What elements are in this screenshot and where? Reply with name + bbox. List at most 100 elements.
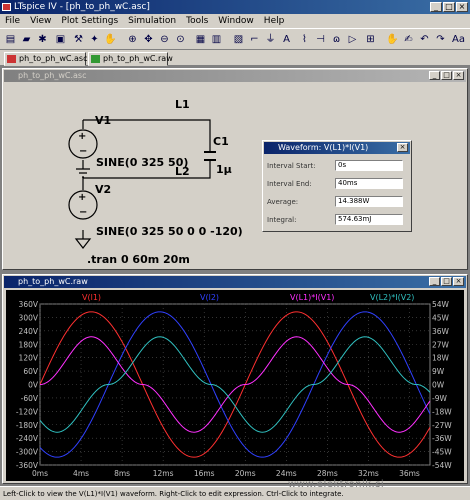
close-button[interactable]: × [456, 2, 468, 12]
y-tick-label-left: 360V [19, 300, 39, 309]
schematic-maximize-button[interactable]: □ [441, 71, 452, 80]
integral-value: 574.63mJ [335, 214, 403, 225]
menu-tools[interactable]: Tools [181, 14, 213, 28]
waveform-tab-icon [91, 55, 100, 63]
y-tick-label-right: 18W [432, 354, 450, 363]
drag-icon[interactable]: ✍ [401, 32, 416, 47]
undo-icon[interactable]: ↶ [417, 32, 432, 47]
redo-icon[interactable]: ↷ [433, 32, 448, 47]
svg-text:+: + [78, 131, 86, 142]
plot-frame [39, 303, 431, 466]
resistor-icon[interactable]: ⌇ [297, 32, 312, 47]
measure-dialog-title-bar: Waveform: V(L1)*I(V1) × [264, 142, 410, 154]
svg-text:−: − [79, 207, 87, 218]
schematic-minimize-button[interactable]: _ [429, 71, 440, 80]
halt-icon[interactable]: ✋ [103, 32, 118, 47]
label-v2-value[interactable]: SINE(0 325 50 0 0 -120) [96, 225, 243, 238]
label-net-icon[interactable]: A [279, 32, 294, 47]
schematic-close-button[interactable]: × [453, 71, 464, 80]
ground-icon[interactable]: ⏚ [263, 32, 278, 47]
menu-window[interactable]: Window [213, 14, 259, 28]
y-tick-label-left: -120V [16, 407, 39, 416]
y-tick-label-right: 27W [432, 340, 450, 349]
interval-end-label: Interval End: [267, 180, 312, 188]
zoom-fit-icon[interactable]: ⊙ [173, 32, 188, 47]
y-tick-label-left: -60V [21, 394, 39, 403]
x-tick-label: 0ms [32, 469, 48, 478]
menu-file[interactable]: File [0, 14, 25, 28]
y-tick-label-left: 240V [19, 327, 39, 336]
waveform-minimize-button[interactable]: _ [429, 277, 440, 286]
y-tick-label-left: 120V [19, 354, 39, 363]
menu-plot-settings[interactable]: Plot Settings [56, 14, 123, 28]
schematic-tab-icon [7, 55, 16, 63]
x-tick-label: 36ms [399, 469, 420, 478]
series-line-3 [39, 336, 431, 433]
waveform-chart[interactable]: 360V 54W 300V 45W 240V 36W 180V 27W 120V 18W 60V 9W… [6, 290, 464, 481]
label-l1[interactable]: L1 [175, 98, 190, 111]
label-c1-value[interactable]: 1µ [216, 163, 232, 176]
waveform-measure-dialog: Waveform: V(L1)*I(V1) × Interval Start: … [262, 140, 412, 232]
measure-close-button[interactable]: × [397, 143, 408, 152]
waveform-close-button[interactable]: × [453, 277, 464, 286]
tran-directive[interactable]: .tran 0 60m 20m [87, 253, 190, 266]
y-tick-label-left: 0V [28, 381, 39, 390]
menu-help[interactable]: Help [259, 14, 290, 28]
legend-entry-0: V(l1) [82, 293, 101, 302]
text-icon[interactable]: Aa [451, 32, 466, 47]
diode-icon[interactable]: ▷ [345, 32, 360, 47]
zoom-out-icon[interactable]: ⊖ [157, 32, 172, 47]
run-icon[interactable]: ✦ [87, 32, 102, 47]
tab-schematic[interactable]: ph_to_ph_wC.asc [4, 52, 88, 66]
y-tick-label-right: 36W [432, 327, 450, 336]
x-tick-label: 32ms [358, 469, 379, 478]
label-v2[interactable]: V2 [95, 183, 111, 196]
interval-start-value: 0s [335, 160, 403, 171]
y-tick-label-left: -180V [16, 421, 39, 430]
x-tick-label: 4ms [73, 469, 89, 478]
integral-label: Integral: [267, 216, 297, 224]
series-line-0 [39, 311, 431, 458]
cascade-icon[interactable]: ▧ [231, 32, 246, 47]
capacitor-icon[interactable]: ⊣ [313, 32, 328, 47]
minimize-button[interactable]: _ [430, 2, 442, 12]
x-tick-label: 24ms [276, 469, 297, 478]
svg-text:+: + [78, 192, 86, 203]
waveform-maximize-button[interactable]: □ [441, 277, 452, 286]
x-tick-label: 16ms [194, 469, 215, 478]
new-schematic-icon[interactable]: ▤ [3, 32, 18, 47]
control-panel-icon[interactable]: ⚒ [71, 32, 86, 47]
move-icon[interactable]: ✋ [385, 32, 400, 47]
label-v1[interactable]: V1 [95, 114, 111, 127]
y-tick-label-right: -18W [432, 407, 452, 416]
wire-icon[interactable]: ⌐ [247, 32, 262, 47]
x-tick-label: 12ms [153, 469, 174, 478]
menu-simulation[interactable]: Simulation [123, 14, 181, 28]
y-tick-label-right: 45W [432, 313, 450, 322]
tab-waveform[interactable]: ph_to_ph_wC.raw [88, 52, 173, 66]
waveform-plot-pane[interactable]: 360V 54W 300V 45W 240V 36W 180V 27W 120V 18W 60V 9W… [6, 290, 464, 481]
component-icon[interactable]: ⊞ [363, 32, 378, 47]
svg-text:−: − [79, 146, 87, 157]
y-tick-label-left: 180V [19, 340, 39, 349]
tab-schematic-label: ph_to_ph_wC.asc [19, 54, 88, 63]
tile-horizontal-icon[interactable]: ▦ [193, 32, 208, 47]
menu-view[interactable]: View [25, 14, 56, 28]
y-tick-label-right: 0W [432, 381, 445, 390]
run-simulation-icon[interactable]: ✱ [35, 32, 50, 47]
tile-vertical-icon[interactable]: ▥ [209, 32, 224, 47]
interval-end-value: 40ms [335, 178, 403, 189]
waveform-window-title-bar: ph_to_ph_wC.raw _ □ × [4, 276, 466, 288]
open-folder-icon[interactable]: ▰ [19, 32, 34, 47]
ltspice-app-icon [2, 3, 11, 11]
zoom-in-icon[interactable]: ⊕ [125, 32, 140, 47]
save-icon[interactable]: ▣ [53, 32, 68, 47]
maximize-button[interactable]: □ [443, 2, 455, 12]
series-line-1 [39, 311, 431, 458]
label-c1[interactable]: C1 [213, 135, 229, 148]
inductor-icon[interactable]: ɷ [329, 32, 344, 47]
label-l2[interactable]: L2 [175, 165, 190, 178]
y-tick-label-left: -240V [16, 434, 39, 443]
pan-icon[interactable]: ✥ [141, 32, 156, 47]
y-tick-label-right: -27W [432, 421, 452, 430]
